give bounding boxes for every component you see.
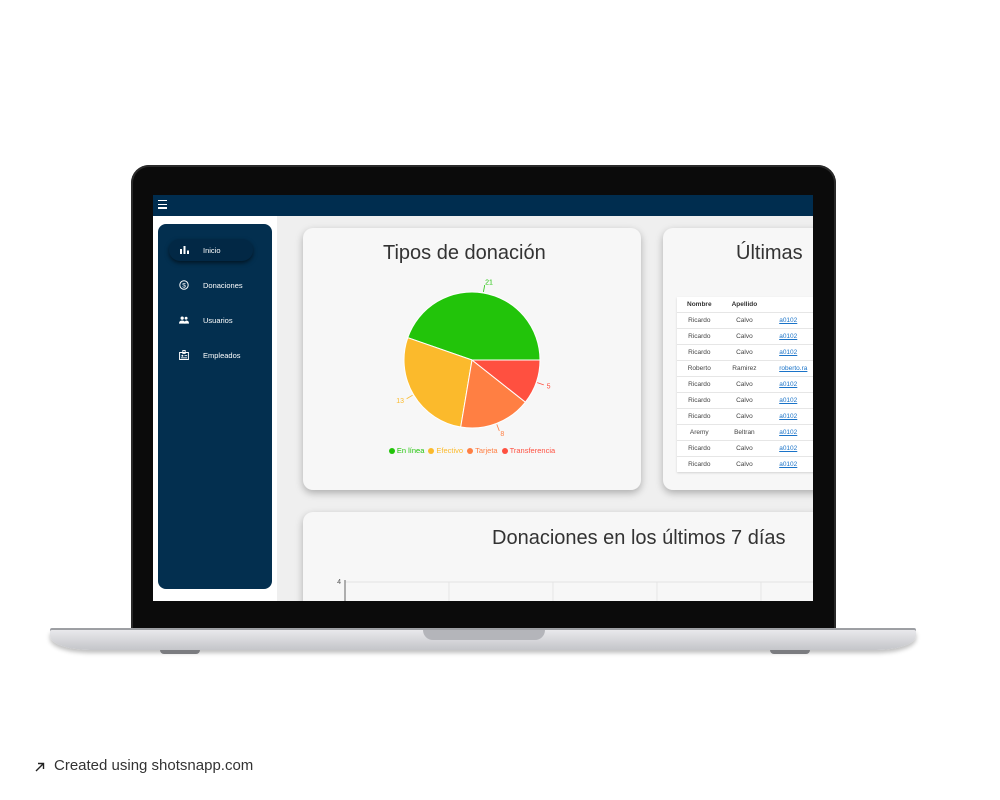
email-link[interactable]: a0102 (767, 328, 813, 345)
legend-marker (501, 447, 508, 454)
first-name-cell: Ricardo (677, 408, 722, 425)
first-name-cell: Roberto (677, 360, 722, 377)
last-7-days-title: Donaciones en los últimos 7 días (492, 527, 786, 549)
last-name-cell: Calvo (721, 328, 768, 345)
legend-item[interactable]: Tarjeta (467, 446, 498, 455)
last-7-days-line-chart: 4 (337, 579, 813, 601)
laptop-foot-left (160, 650, 200, 654)
bar-chart-icon (179, 245, 189, 255)
last-name-cell: Calvo (721, 312, 768, 329)
sidebar-item-empleados[interactable]: Empleados (169, 344, 253, 366)
email-link[interactable]: a0102 (767, 392, 813, 409)
footer-credit-text: Created using shotsnapp.com (54, 757, 254, 774)
legend-label: Tarjeta (475, 446, 498, 455)
top-app-bar (153, 195, 813, 216)
people-icon (179, 315, 189, 325)
legend-label: En línea (396, 446, 425, 455)
table-row[interactable]: Ricardo Calvo a0102 (677, 312, 813, 329)
pie-data-label: 8 (500, 431, 504, 438)
dollar-circle-icon: $ (179, 280, 189, 290)
y-tick-label: 4 (337, 579, 341, 586)
table-row[interactable]: Ricardo Calvo a0102 (677, 392, 813, 409)
column-header (767, 297, 813, 313)
first-name-cell: Ricardo (677, 328, 722, 345)
donation-types-card: Tipos de donación 21 13 8 5 En línea Efectiv… (303, 228, 641, 490)
last-name-cell: Ramirez (721, 360, 768, 377)
legend-item[interactable]: Efectivo (428, 446, 463, 455)
sidebar-item-label: Inicio (203, 245, 221, 255)
email-link[interactable]: a0102 (767, 456, 813, 472)
table-header-row: Nombre Apellido (677, 297, 813, 313)
legend-item[interactable]: En línea (388, 446, 425, 455)
pie-data-label: 5 (547, 383, 551, 390)
sidebar-item-inicio[interactable]: Inicio (169, 239, 253, 261)
first-name-cell: Aremy (677, 424, 722, 441)
sidebar-nav: Inicio $ Donaciones Usuarios Empleados (158, 224, 272, 589)
pie-label-line (537, 382, 544, 386)
app-screen: Tipos de donación 21 13 8 5 En línea Efectiv… (153, 195, 813, 601)
legend-item[interactable]: Transferencia (501, 446, 556, 455)
pie-data-label: 13 (396, 398, 404, 405)
last-name-cell: Calvo (721, 376, 768, 393)
legend-marker (388, 447, 395, 454)
last-name-cell: Calvo (721, 440, 768, 457)
first-name-cell: Ricardo (677, 440, 722, 457)
table-row[interactable]: Ricardo Calvo a0102 (677, 440, 813, 457)
column-header: Nombre (687, 301, 712, 308)
footer-credit[interactable]: Created using shotsnapp.com (34, 757, 253, 774)
pie-data-label: 21 (485, 280, 493, 287)
sidebar-item-label: Usuarios (203, 315, 233, 325)
table-row[interactable]: Ricardo Calvo a0102 (677, 408, 813, 425)
last-name-cell: Beltran (721, 424, 768, 441)
sidebar-item-label: Empleados (203, 350, 241, 360)
email-link[interactable]: a0102 (767, 376, 813, 393)
first-name-cell: Ricardo (677, 392, 722, 409)
email-link[interactable]: a0102 (767, 312, 813, 329)
last-name-cell: Calvo (721, 392, 768, 409)
table-row[interactable]: Aremy Beltran a0102 (677, 424, 813, 441)
legend-label: Efectivo (436, 446, 464, 455)
laptop-foot-right (770, 650, 810, 654)
first-name-cell: Ricardo (677, 344, 722, 361)
email-link[interactable]: a0102 (767, 344, 813, 361)
first-name-cell: Ricardo (677, 376, 722, 393)
first-name-cell: Ricardo (677, 456, 722, 472)
first-name-cell: Ricardo (677, 312, 722, 329)
latest-donations-table: Nombre Apellido Ricardo Calvo a0102 Ricardo… (677, 297, 813, 472)
arrow-up-right-icon (34, 760, 46, 772)
pie-label-line (496, 424, 500, 432)
legend-marker (467, 447, 474, 454)
legend-label: Transferencia (509, 446, 556, 455)
last-7-days-card: Donaciones en los últimos 7 días 4 (303, 512, 813, 601)
hamburger-menu-icon[interactable] (158, 200, 168, 210)
badge-icon (179, 350, 189, 360)
table-row[interactable]: Ricardo Calvo a0102 (677, 344, 813, 361)
email-link[interactable]: a0102 (767, 408, 813, 425)
last-name-cell: Calvo (721, 456, 768, 472)
email-link[interactable]: a0102 (767, 440, 813, 457)
table-row[interactable]: Ricardo Calvo a0102 (677, 456, 813, 472)
latest-donations-card: Últimas Nombre Apellido Ricardo Calvo a010… (663, 228, 813, 490)
pie-legend: En línea Efectivo Tarjeta Transferencia (303, 446, 641, 456)
email-link[interactable]: a0102 (767, 424, 813, 441)
laptop-notch (423, 630, 545, 640)
table-row[interactable]: Ricardo Calvo a0102 (677, 376, 813, 393)
svg-text:$: $ (182, 282, 186, 289)
table-row[interactable]: Ricardo Calvo a0102 (677, 328, 813, 345)
sidebar-item-label: Donaciones (203, 280, 243, 290)
main-content: Tipos de donación 21 13 8 5 En línea Efectiv… (277, 216, 813, 601)
donation-types-title: Tipos de donación (383, 242, 546, 264)
sidebar-item-donaciones[interactable]: $ Donaciones (169, 274, 253, 296)
table-row[interactable]: Roberto Ramirez roberto.ra (677, 360, 813, 377)
sidebar-item-usuarios[interactable]: Usuarios (169, 309, 253, 331)
last-name-cell: Calvo (721, 344, 768, 361)
pie-label-line (406, 394, 413, 400)
legend-marker (428, 447, 435, 454)
column-header: Apellido (731, 301, 758, 308)
last-name-cell: Calvo (721, 408, 768, 425)
latest-donations-title: Últimas (736, 242, 803, 264)
email-link[interactable]: roberto.ra (767, 360, 813, 377)
